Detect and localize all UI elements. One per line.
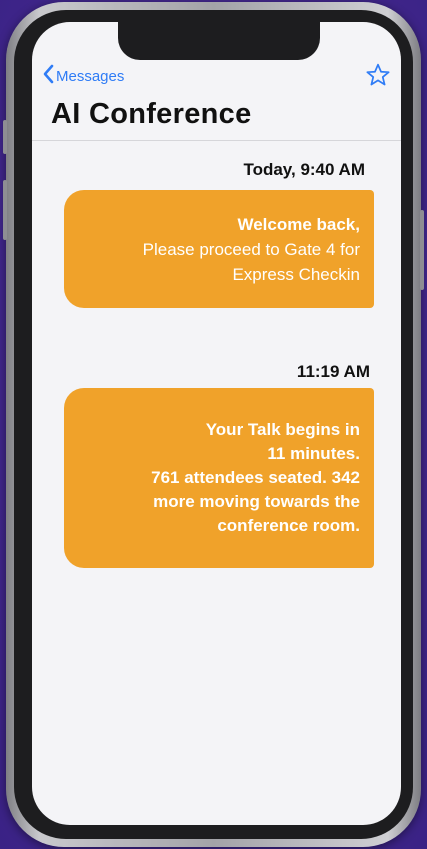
message-line: Welcome back,	[237, 215, 360, 234]
header-divider	[32, 140, 401, 141]
message-line: 11 minutes.	[267, 444, 360, 463]
message-line: conference room.	[217, 516, 360, 535]
message-line: 761 attendees seated. 342	[151, 468, 360, 487]
back-button[interactable]: Messages	[42, 64, 124, 88]
message-line: Please proceed to Gate 4 for	[142, 240, 360, 259]
phone-side-button-left-2	[3, 180, 7, 240]
message-timestamp: Today, 9:40 AM	[243, 160, 365, 179]
back-button-label: Messages	[56, 67, 125, 85]
phone-notch	[118, 22, 320, 60]
message-bubble[interactable]: Your Talk begins in 11 minutes. 761 atte…	[64, 388, 374, 568]
message-timestamp: 11:19 AM	[296, 362, 370, 381]
message-line: more moving towards the	[153, 492, 360, 511]
page-title: AI Conference	[51, 98, 252, 130]
message-line: Express Checkin	[232, 265, 360, 284]
chevron-left-icon	[42, 64, 56, 88]
favorite-button[interactable]	[365, 62, 391, 93]
phone-side-button-right	[420, 210, 424, 290]
star-icon	[365, 63, 391, 92]
message-line: Your Talk begins in	[205, 420, 360, 439]
phone-side-button-left-1	[3, 120, 7, 154]
message-bubble[interactable]: Welcome back, Please proceed to Gate 4 f…	[64, 190, 374, 308]
phone-screen: Messages AI Conference Today, 9:40 AM We…	[32, 22, 401, 825]
